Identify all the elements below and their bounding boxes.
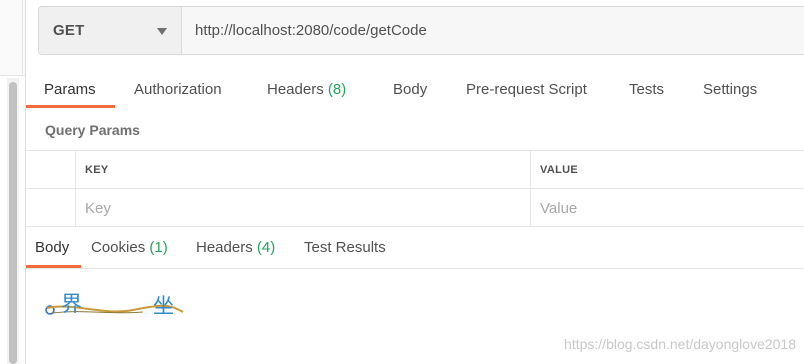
tab-headers[interactable]: Headers (8) — [267, 68, 346, 108]
request-tabs: Params Authorization Headers (8) Body Pr… — [26, 68, 804, 108]
scrollbar-thumb[interactable] — [9, 82, 17, 364]
captcha-char: 界 — [61, 292, 82, 316]
query-params-title: Query Params — [45, 122, 140, 138]
response-tab-test-results[interactable]: Test Results — [304, 228, 386, 268]
key-placeholder: Key — [85, 199, 111, 217]
tab-label: Settings — [703, 81, 758, 98]
url-input[interactable]: http://localhost:2080/code/getCode — [181, 6, 804, 55]
key-input[interactable]: Key — [75, 189, 530, 227]
key-header-label: KEY — [85, 164, 109, 176]
tab-tests[interactable]: Tests — [629, 68, 664, 108]
request-bar: GET http://localhost:2080/code/getCode — [38, 6, 804, 55]
method-label: GET — [53, 22, 85, 39]
response-tab-body[interactable]: Body — [35, 228, 69, 268]
active-tab-indicator — [26, 105, 115, 108]
tab-pre-request-script[interactable]: Pre-request Script — [466, 68, 587, 108]
tab-label: Headers — [196, 239, 253, 256]
tab-label: Tests — [629, 81, 665, 98]
tab-settings[interactable]: Settings — [703, 68, 757, 108]
tab-authorization[interactable]: Authorization — [134, 68, 222, 108]
postman-request-view: GET http://localhost:2080/code/getCode P… — [0, 0, 804, 364]
query-params-table: KEY VALUE Key Value — [26, 150, 804, 227]
tab-label: Headers — [267, 81, 324, 98]
response-tabs: Body Cookies (1) Headers (4) Test Result… — [26, 228, 804, 269]
tab-params[interactable]: Params — [44, 68, 96, 108]
tab-label: Body — [393, 81, 428, 98]
tab-count: (8) — [327, 81, 347, 98]
tab-label: Test Results — [304, 239, 386, 256]
table-header-row: KEY VALUE — [26, 151, 804, 189]
value-header-label: VALUE — [540, 164, 578, 176]
captcha-image: 界 坐 — [43, 288, 185, 328]
active-response-tab-indicator — [26, 265, 81, 268]
chevron-down-icon — [157, 28, 167, 35]
tab-label: Pre-request Script — [466, 81, 587, 98]
left-gutter-divider — [22, 0, 23, 76]
url-text: http://localhost:2080/code/getCode — [195, 22, 427, 39]
tab-label: Authorization — [134, 81, 222, 98]
tab-body[interactable]: Body — [393, 68, 427, 108]
tab-count: (1) — [149, 239, 168, 256]
value-input[interactable]: Value — [530, 189, 804, 227]
response-tab-headers[interactable]: Headers (4) — [196, 228, 275, 268]
method-select[interactable]: GET — [38, 6, 182, 55]
tab-label: Params — [44, 81, 96, 98]
tab-count: (4) — [256, 239, 276, 256]
tab-label: Body — [35, 239, 70, 256]
watermark: https://blog.csdn.net/dayonglove2018 — [564, 336, 796, 352]
response-tab-cookies[interactable]: Cookies (1) — [91, 228, 168, 268]
captcha-char: 坐 — [153, 294, 174, 318]
value-column-header: VALUE — [530, 151, 804, 189]
value-placeholder: Value — [540, 199, 578, 217]
table-row: Key Value — [26, 189, 804, 227]
tab-label: Cookies — [91, 239, 146, 256]
key-column-header: KEY — [75, 151, 530, 189]
